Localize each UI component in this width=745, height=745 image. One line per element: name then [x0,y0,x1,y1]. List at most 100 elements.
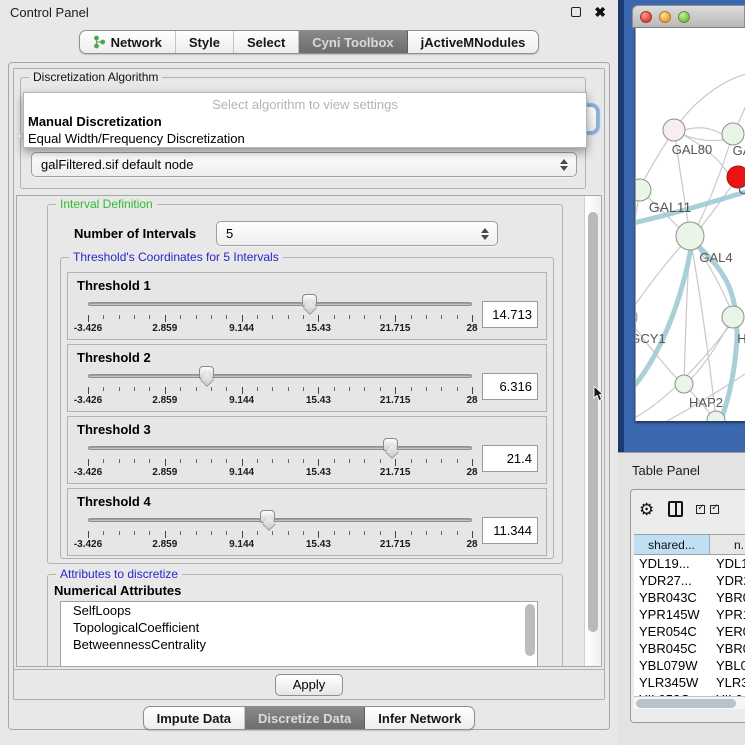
slider-tick [288,459,289,463]
checkbox-icon[interactable] [710,505,719,514]
slider-tick-label: 2.859 [152,539,177,550]
table-data-selected: galFiltered.sif default node [41,157,193,172]
slider-track[interactable] [88,374,472,378]
attribute-list-item[interactable]: TopologicalCoefficient [61,619,537,636]
cell-shared-name[interactable]: YDL19... [634,555,710,572]
tab-style[interactable]: Style [176,31,234,53]
numerical-attributes-label: Numerical Attributes [54,583,181,598]
threshold-slider[interactable]: -3.4262.8599.14415.4321.71528 [88,365,472,407]
slider-track[interactable] [88,518,472,522]
cell-name[interactable]: YDR2... [710,572,745,589]
slider-thumb[interactable] [199,366,214,379]
node-gal4[interactable] [676,222,704,250]
numerical-attributes-list[interactable]: SelfLoopsTopologicalCoefficientBetweenne… [60,601,538,667]
cell-name[interactable]: YBL0... [710,657,745,674]
slider-tick [395,315,396,322]
tab-select[interactable]: Select [234,31,299,53]
slider-tick [441,459,442,463]
cell-name[interactable]: YDL1... [710,555,745,572]
slider-tick [257,531,258,535]
table-row[interactable]: YPR145WYPR1... [634,606,745,623]
tab-label: Discretize Data [258,711,351,726]
gear-icon[interactable]: ⚙ [639,501,654,518]
threshold-slider[interactable]: -3.4262.8599.14415.4321.71528 [88,509,472,551]
cell-shared-name[interactable]: YLR345W [634,674,710,691]
close-traffic-light-icon[interactable] [640,11,652,23]
node-gcy1[interactable] [636,307,637,327]
cell-shared-name[interactable]: YBR045C [634,640,710,657]
control-panel-titlebar: Control Panel ✖ [0,0,618,24]
number-of-intervals-combobox[interactable]: 5 [216,221,498,246]
cell-shared-name[interactable]: YER054C [634,623,710,640]
cell-name[interactable]: YLR3... [710,674,745,691]
column-header-shared-name[interactable]: shared... [634,535,710,554]
threshold-value-field[interactable]: 21.4 [482,445,538,472]
slider-tick [226,459,227,463]
split-columns-icon[interactable] [668,501,683,517]
minimize-traffic-light-icon[interactable] [659,11,671,23]
table-row[interactable]: YBL079WYBL0... [634,657,745,674]
threshold-value-field[interactable]: 14.713 [482,301,538,328]
tab-jactivemnodules[interactable]: jActiveMNodules [408,31,539,53]
float-icon[interactable] [571,7,581,17]
network-window-titlebar[interactable] [632,5,745,28]
slider-thumb[interactable] [260,510,275,523]
node-h[interactable] [722,306,744,328]
threshold-slider[interactable]: -3.4262.8599.14415.4321.71528 [88,437,472,479]
slider-track[interactable] [88,446,472,450]
zoom-traffic-light-icon[interactable] [678,11,690,23]
cell-name[interactable]: YPR1... [710,606,745,623]
dropdown-option-manual[interactable]: Manual Discretization [24,113,586,130]
apply-button[interactable]: Apply [275,674,344,696]
scrollbar-thumb[interactable] [636,699,736,708]
settings-scrollbar[interactable] [584,196,601,666]
table-row[interactable]: YBR043CYBR0... [634,589,745,606]
tab-impute-data[interactable]: Impute Data [144,707,245,729]
table-data-combobox[interactable]: galFiltered.sif default node [31,152,577,177]
table-row[interactable]: YDR27...YDR2... [634,572,745,589]
close-icon[interactable]: ✖ [594,4,606,21]
checkbox-icon[interactable] [696,505,705,514]
slider-tick [103,531,104,535]
tab-network[interactable]: Network [80,31,176,53]
column-header-name[interactable]: n... [710,535,745,554]
cell-name[interactable]: YER0... [710,623,745,640]
tab-infer-network[interactable]: Infer Network [365,707,474,729]
tab-discretize-data[interactable]: Discretize Data [245,707,365,729]
threshold-slider[interactable]: -3.4262.8599.14415.4321.71528 [88,293,472,335]
tab-cyni-toolbox[interactable]: Cyni Toolbox [299,31,407,53]
attribute-list-item[interactable]: SelfLoops [61,602,537,619]
dropdown-placeholder-option[interactable]: Select algorithm to view settings [24,96,586,113]
network-view-canvas[interactable]: GAL80 GA C GAL11 GAL4 GCY1 H HAP2 [635,28,745,421]
table-row[interactable]: YER054CYER0... [634,623,745,640]
slider-tick [196,531,197,535]
cell-shared-name[interactable]: YPR145W [634,606,710,623]
table-row[interactable]: YLR345WYLR3... [634,674,745,691]
slider-tick [134,531,135,535]
table-hscrollbar[interactable] [634,696,745,709]
cell-shared-name[interactable]: YDR27... [634,572,710,589]
threshold-value-field[interactable]: 6.316 [482,373,538,400]
dropdown-option-equal-width[interactable]: Equal Width/Frequency Discretization [24,130,586,147]
scrollbar-thumb[interactable] [588,212,598,632]
node-hap2[interactable] [675,375,693,393]
tab-label: Cyni Toolbox [312,35,393,50]
slider-track[interactable] [88,302,472,306]
slider-thumb[interactable] [383,438,398,451]
cell-name[interactable]: YBR0... [710,589,745,606]
attribute-list-item[interactable]: BetweennessCentrality [61,636,537,653]
slider-tick [165,459,166,466]
cell-name[interactable]: YBR0... [710,640,745,657]
list-scrollbar[interactable] [525,604,535,656]
table-row[interactable]: YBR045CYBR0... [634,640,745,657]
table-row[interactable]: YDL19...YDL1... [634,555,745,572]
node-gal80[interactable] [663,119,685,141]
slider-thumb[interactable] [302,294,317,307]
cell-shared-name[interactable]: YBR043C [634,589,710,606]
threshold-value-field[interactable]: 11.344 [482,517,538,544]
cell-shared-name[interactable]: YBL079W [634,657,710,674]
node-gal-partial[interactable] [722,123,744,145]
node-label: GAL11 [649,199,692,215]
spinner-icon [481,226,490,242]
slider-tick [472,459,473,466]
